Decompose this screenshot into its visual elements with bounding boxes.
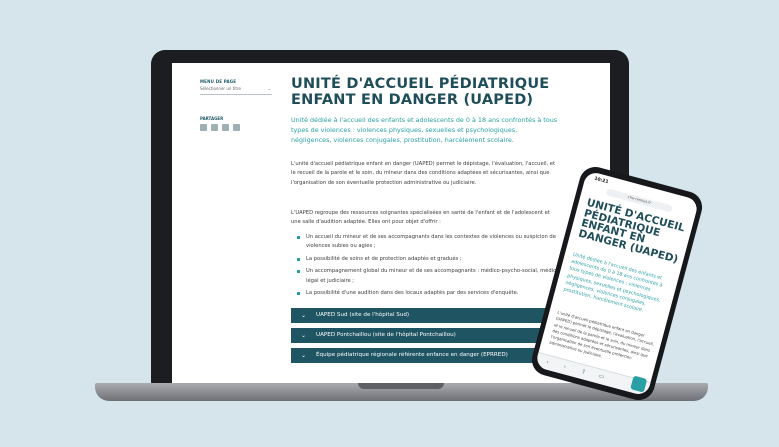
phone-status-time: 10:21 bbox=[593, 176, 609, 186]
share-icon[interactable]: ⇪ bbox=[580, 368, 587, 376]
bookmarks-icon[interactable]: ▭ bbox=[598, 372, 605, 380]
page-menu-select-value: Sélectionner un titre bbox=[200, 86, 241, 91]
chevron-down-icon: ⌄ bbox=[301, 332, 307, 339]
chevron-down-icon: ⌄ bbox=[267, 86, 271, 91]
page-title: UNITÉ D'ACCUEIL PÉDIATRIQUE ENFANT EN DA… bbox=[291, 76, 550, 108]
chevron-down-icon: ⌄ bbox=[301, 352, 307, 359]
phone-page-lead: Unité dédiée à l'accueil des enfants et … bbox=[562, 252, 663, 314]
chevron-down-icon: ⌄ bbox=[301, 312, 307, 319]
back-icon[interactable]: ‹ bbox=[545, 358, 549, 365]
list-item: Un accueil du mineur et de ses accompagn… bbox=[291, 233, 563, 252]
accordion-label: Équipe pédiatrique régionale référente e… bbox=[316, 352, 508, 358]
accordion-uaped-pontchaillou[interactable]: ⌄ UAPED Pontchaillou (site de l'hôpital … bbox=[291, 328, 561, 343]
mockup-scene: MENU DE PAGE Sélectionner un titre ⌄ PAR… bbox=[0, 0, 779, 447]
page-menu-select[interactable]: Sélectionner un titre ⌄ bbox=[200, 86, 272, 95]
mail-icon[interactable] bbox=[222, 124, 229, 131]
offer-list: Un accueil du mineur et de ses accompagn… bbox=[291, 233, 563, 301]
page-menu-label: MENU DE PAGE bbox=[200, 79, 237, 84]
share-label: PARTAGER bbox=[200, 116, 224, 121]
page-lead: Unité dédiée à l'accueil des enfants et … bbox=[291, 116, 558, 144]
print-icon[interactable] bbox=[200, 124, 207, 131]
resources-paragraph: L'UAPED regroupe des ressources soignant… bbox=[291, 210, 550, 226]
accordion-eprred[interactable]: ⌄ Équipe pédiatrique régionale référente… bbox=[291, 348, 561, 363]
accordion-uaped-sud[interactable]: ⌄ UAPED Sud (site de l'hôpital Sud) bbox=[291, 308, 561, 323]
facebook-icon[interactable] bbox=[211, 124, 218, 131]
list-item: La possibilité de soins et de protection… bbox=[291, 255, 563, 264]
accordion-label: UAPED Sud (site de l'hôpital Sud) bbox=[316, 312, 410, 318]
share-icon[interactable] bbox=[233, 124, 240, 131]
intro-paragraph: L'unité d'accueil pédiatrique enfant en … bbox=[291, 161, 556, 186]
laptop-notch bbox=[358, 383, 444, 389]
list-item: Un accompagnement global du mineur et de… bbox=[291, 267, 563, 286]
forward-icon[interactable]: › bbox=[563, 363, 567, 370]
list-item: La possibilité d'une audition dans des l… bbox=[291, 289, 563, 298]
share-icons bbox=[200, 124, 240, 131]
accordion-label: UAPED Pontchaillou (site de l'hôpital Po… bbox=[316, 332, 456, 338]
